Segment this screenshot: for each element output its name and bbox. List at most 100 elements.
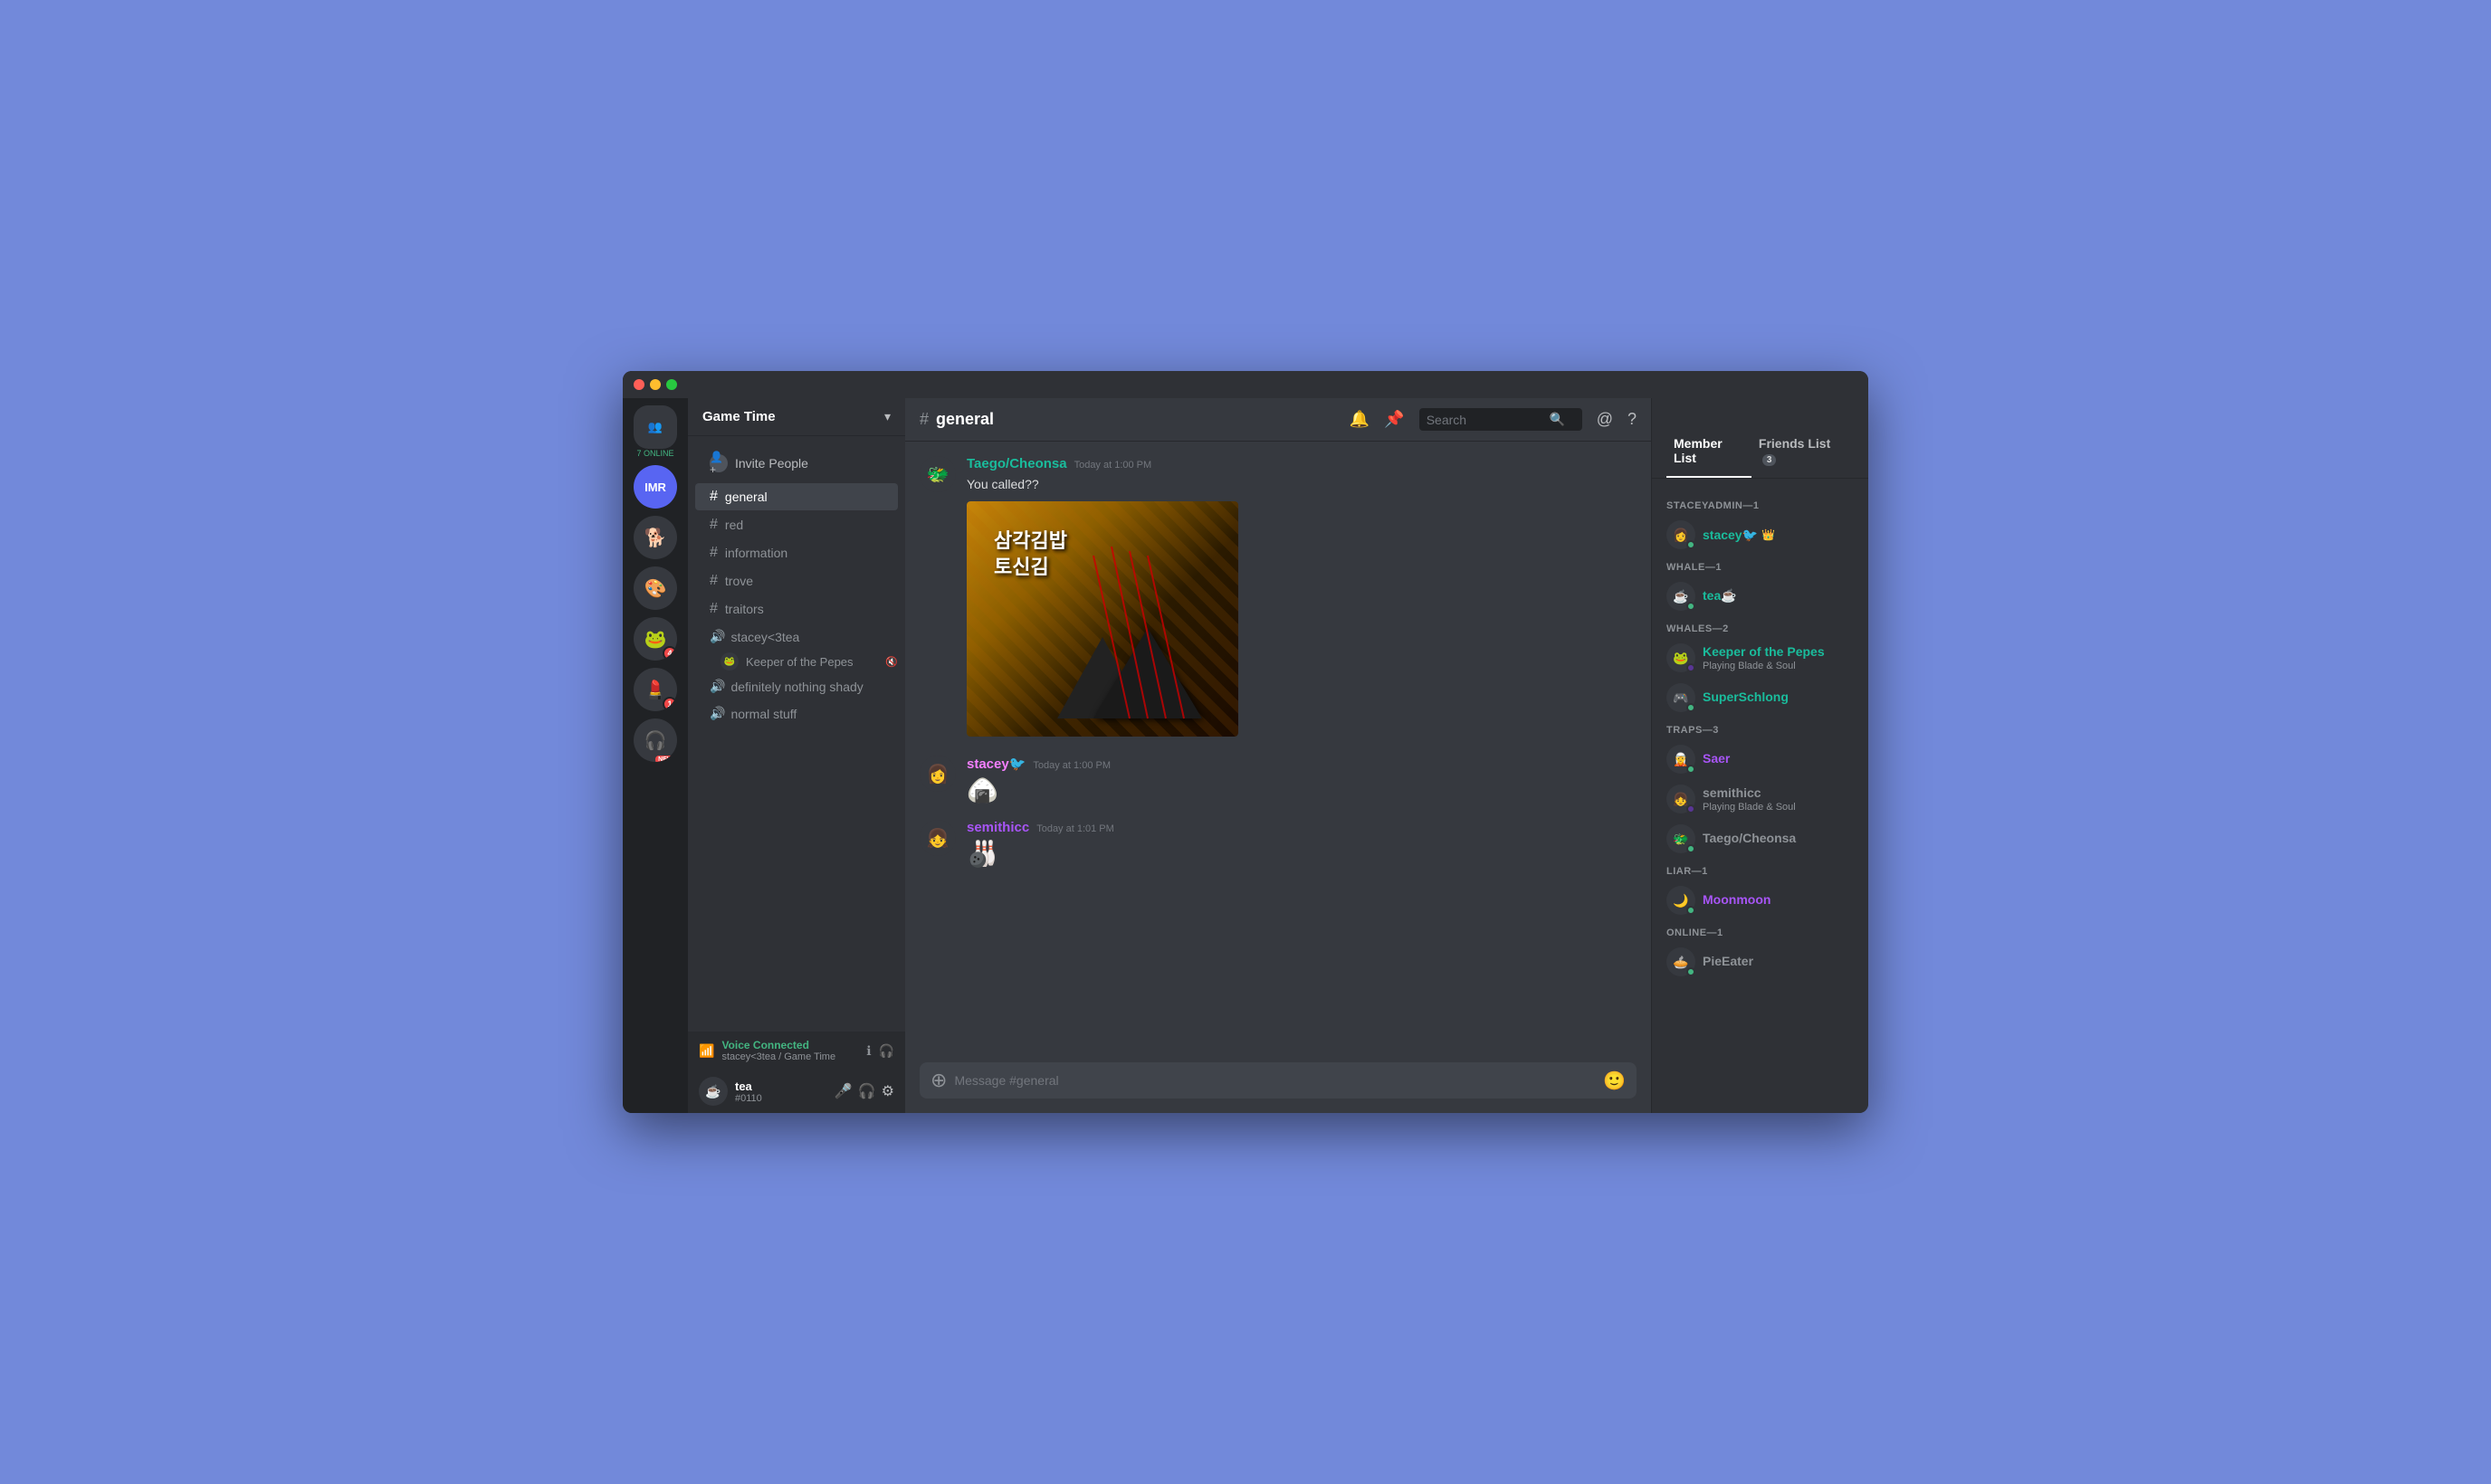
server-item-gaming[interactable]: 🎧 NEW↓ [634,718,677,762]
server-item-art[interactable]: 🎨 [634,566,677,610]
member-item-pieeater[interactable]: 🥧 PieEater [1659,942,1861,982]
server-item-gametime[interactable]: 👥 7 ONLINE [634,405,677,458]
channel-item-red[interactable]: # red [695,511,898,538]
message-emoji: 🍙 [967,775,1637,805]
server-header[interactable]: Game Time ▾ [688,398,905,436]
voice-status: Voice Connected [721,1039,859,1051]
titlebar [623,371,1868,398]
message-content: stacey🐦 Today at 1:00 PM 🍙 [967,756,1637,805]
member-item-stacey[interactable]: 👩 stacey🐦 👑 [1659,515,1861,555]
server-item-lipstick[interactable]: 💄 1 [634,668,677,711]
voice-channel-stacey[interactable]: 🔊 stacey<3tea [695,623,898,650]
status-dot [1686,804,1695,813]
role-header-whales: WHALES—2 [1659,616,1861,638]
member-avatar-wrap: 👧 [1666,785,1695,813]
member-name: SuperSchlong [1703,690,1789,704]
member-name: PieEater [1703,954,1753,968]
search-input[interactable] [1427,413,1544,427]
channel-item-information[interactable]: # information [695,539,898,566]
message-input[interactable] [954,1062,1596,1099]
headphones-button[interactable]: 🎧 [858,1082,876,1100]
member-info: SuperSchlong [1703,690,1789,706]
member-item-semithicc[interactable]: 👧 semithicc Playing Blade & Soul [1659,779,1861,819]
message-group: 🐲 Taego/Cheonsa Today at 1:00 PM You cal… [920,456,1637,741]
message-username[interactable]: semithicc [967,820,1029,835]
tab-member-list[interactable]: Member List [1666,425,1751,478]
member-item-taego[interactable]: 🐲 Taego/Cheonsa [1659,819,1861,859]
voice-channel-shady[interactable]: 🔊 definitely nothing shady [695,673,898,699]
notification-badge: 1 [663,697,677,711]
member-info: Saer [1703,751,1730,767]
microphone-button[interactable]: 🎤 [835,1082,853,1100]
channel-item-trove[interactable]: # trove [695,567,898,595]
member-name: Keeper of the Pepes [1703,644,1825,659]
tab-friends-list[interactable]: Friends List 3 [1751,425,1854,478]
voice-member-keeper[interactable]: 🐸 Keeper of the Pepes 🔇 [688,651,905,672]
close-button[interactable] [634,379,644,390]
message-username[interactable]: stacey🐦 [967,756,1026,772]
message-header: Taego/Cheonsa Today at 1:00 PM [967,456,1637,471]
message-username[interactable]: Taego/Cheonsa [967,456,1067,471]
notification-badge: 4 [663,646,677,661]
member-avatar-wrap: ☕ [1666,582,1695,611]
chat-header: # general 🔔 📌 🔍 @ ? [905,398,1651,442]
member-avatar-wrap: 🐲 [1666,824,1695,853]
voice-settings-button[interactable]: 🎧 [879,1043,894,1059]
hash-icon: # [710,573,718,589]
voice-location: stacey<3tea / Game Time [721,1051,859,1062]
voice-info-button[interactable]: ℹ [866,1043,871,1059]
channel-name: red [725,518,743,532]
member-item-moonmoon[interactable]: 🌙 Moonmoon [1659,880,1861,920]
member-item-saer[interactable]: 🧝 Saer [1659,739,1861,779]
server-item-pepe[interactable]: 🐸 4 [634,617,677,661]
hash-icon: # [710,517,718,533]
dropdown-icon: ▾ [884,409,891,424]
member-item-superschlong[interactable]: 🎮 SuperSchlong [1659,678,1861,718]
member-item-keeper[interactable]: 🐸 Keeper of the Pepes Playing Blade & So… [1659,638,1861,678]
hash-icon: # [710,489,718,505]
voice-bar-info: Voice Connected stacey<3tea / Game Time [721,1039,859,1062]
at-icon[interactable]: @ [1597,410,1613,429]
user-actions: 🎤 🎧 ⚙ [835,1082,894,1100]
friends-count-badge: 3 [1762,454,1777,466]
hash-icon: # [710,601,718,617]
pin-icon[interactable]: 📌 [1384,410,1404,429]
member-status: Playing Blade & Soul [1703,802,1796,813]
channel-item-traitors[interactable]: # traitors [695,595,898,623]
role-header-online: ONLINE—1 [1659,920,1861,942]
server-item-imr[interactable]: IMR [634,465,677,509]
voice-channel-normal[interactable]: 🔊 normal stuff [695,700,898,727]
role-header-traps: TRAPS—3 [1659,718,1861,739]
settings-button[interactable]: ⚙ [882,1082,894,1100]
bell-icon[interactable]: 🔔 [1350,410,1370,429]
invite-people-button[interactable]: 👤+ Invite People [695,447,898,480]
channel-item-general[interactable]: # general [695,483,898,510]
chat-input-area: ⊕ 🙂 [905,1062,1651,1113]
role-header-whale: WHALE—1 [1659,555,1861,576]
server-item-dog[interactable]: 🐕 [634,516,677,559]
channel-name: normal stuff [730,707,797,721]
emoji-button[interactable]: 🙂 [1603,1070,1626,1092]
status-dot [1686,906,1695,915]
member-info: tea☕ [1703,588,1737,604]
message-header: semithicc Today at 1:01 PM [967,820,1637,835]
maximize-button[interactable] [666,379,677,390]
channel-name: trove [725,574,753,588]
role-header-liar: LIAR—1 [1659,859,1861,880]
main-chat-area: # general 🔔 📌 🔍 @ ? 🐲 [905,371,1651,1113]
message-content: Taego/Cheonsa Today at 1:00 PM You calle… [967,456,1637,741]
member-item-tea[interactable]: ☕ tea☕ [1659,576,1861,616]
add-file-button[interactable]: ⊕ [931,1069,947,1092]
user-panel: ☕ tea #0110 🎤 🎧 ⚙ [688,1070,905,1113]
minimize-button[interactable] [650,379,661,390]
help-icon[interactable]: ? [1627,410,1637,429]
channel-sidebar: Game Time ▾ 👤+ Invite People # general #… [688,371,905,1113]
search-box[interactable]: 🔍 [1419,408,1582,431]
member-avatar-wrap: 🌙 [1666,886,1695,915]
member-name: semithicc [1703,785,1761,800]
channel-name: information [725,546,787,560]
message-text: You called?? [967,475,1637,494]
crown-icon: 👑 [1761,528,1775,541]
username: tea [735,1080,827,1093]
message-image: 삼각김밥토신김 [967,501,1238,737]
